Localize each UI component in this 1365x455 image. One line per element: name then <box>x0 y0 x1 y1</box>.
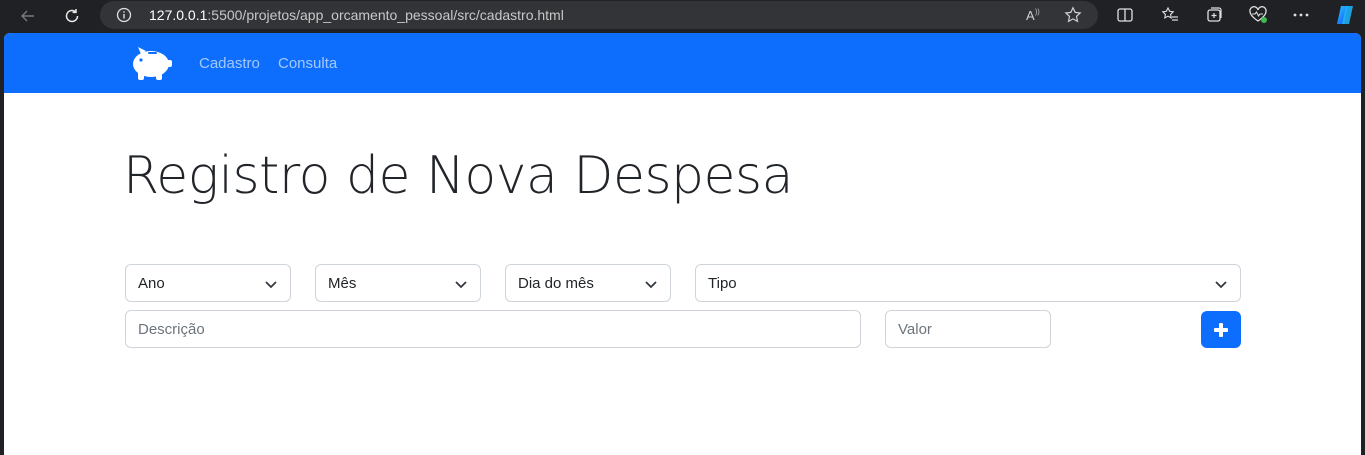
svg-text:)): )) <box>1035 9 1040 16</box>
ano-select[interactable]: Ano <box>125 264 291 302</box>
chevron-down-icon <box>1215 281 1227 289</box>
url-host: 127.0.0.1 <box>149 7 208 23</box>
dia-select[interactable]: Dia do mês <box>505 264 671 302</box>
browser-essentials-icon[interactable] <box>1247 4 1269 26</box>
web-page: Cadastro Consulta Registro de Nova Despe… <box>4 33 1361 455</box>
page-title: Registro de Nova Despesa <box>123 146 794 206</box>
plus-icon <box>1214 322 1228 337</box>
split-screen-icon[interactable] <box>1114 4 1136 26</box>
favorites-list-icon[interactable] <box>1159 4 1181 26</box>
valor-placeholder: Valor <box>898 321 932 338</box>
chevron-down-icon <box>455 281 467 289</box>
back-button[interactable] <box>16 4 40 28</box>
svg-text:A: A <box>1026 8 1035 23</box>
favorite-star-icon[interactable] <box>1063 5 1083 25</box>
mes-select-value: Mês <box>328 275 357 292</box>
address-bar[interactable]: 127.0.0.1:5500/projetos/app_orcamento_pe… <box>100 1 1098 29</box>
ano-select-value: Ano <box>138 275 165 292</box>
nav-link-consulta[interactable]: Consulta <box>278 55 337 72</box>
url-text: 127.0.0.1:5500/projetos/app_orcamento_pe… <box>149 7 564 23</box>
browser-toolbar: 127.0.0.1:5500/projetos/app_orcamento_pe… <box>0 0 1365 32</box>
read-aloud-icon[interactable]: A)) <box>1024 5 1044 25</box>
reload-button[interactable] <box>60 4 84 28</box>
reload-icon <box>65 9 79 23</box>
dia-select-value: Dia do mês <box>518 275 594 292</box>
mes-select[interactable]: Mês <box>315 264 481 302</box>
chevron-down-icon <box>645 281 657 289</box>
site-info-icon[interactable] <box>114 5 134 25</box>
descricao-input[interactable]: Descrição <box>125 310 861 348</box>
valor-input[interactable]: Valor <box>885 310 1051 348</box>
more-options-icon[interactable] <box>1290 4 1312 26</box>
piggy-bank-icon[interactable] <box>128 43 174 83</box>
navbar: Cadastro Consulta <box>4 33 1361 93</box>
tipo-select[interactable]: Tipo <box>695 264 1241 302</box>
copilot-icon[interactable] <box>1332 2 1358 28</box>
add-expense-button[interactable] <box>1201 311 1241 348</box>
collections-icon[interactable] <box>1203 4 1225 26</box>
arrow-left-icon <box>21 10 34 22</box>
tipo-select-value: Tipo <box>708 275 737 292</box>
chevron-down-icon <box>265 281 277 289</box>
descricao-placeholder: Descrição <box>138 321 205 338</box>
url-path: :5500/projetos/app_orcamento_pessoal/src… <box>207 7 564 23</box>
nav-link-cadastro[interactable]: Cadastro <box>199 55 260 72</box>
